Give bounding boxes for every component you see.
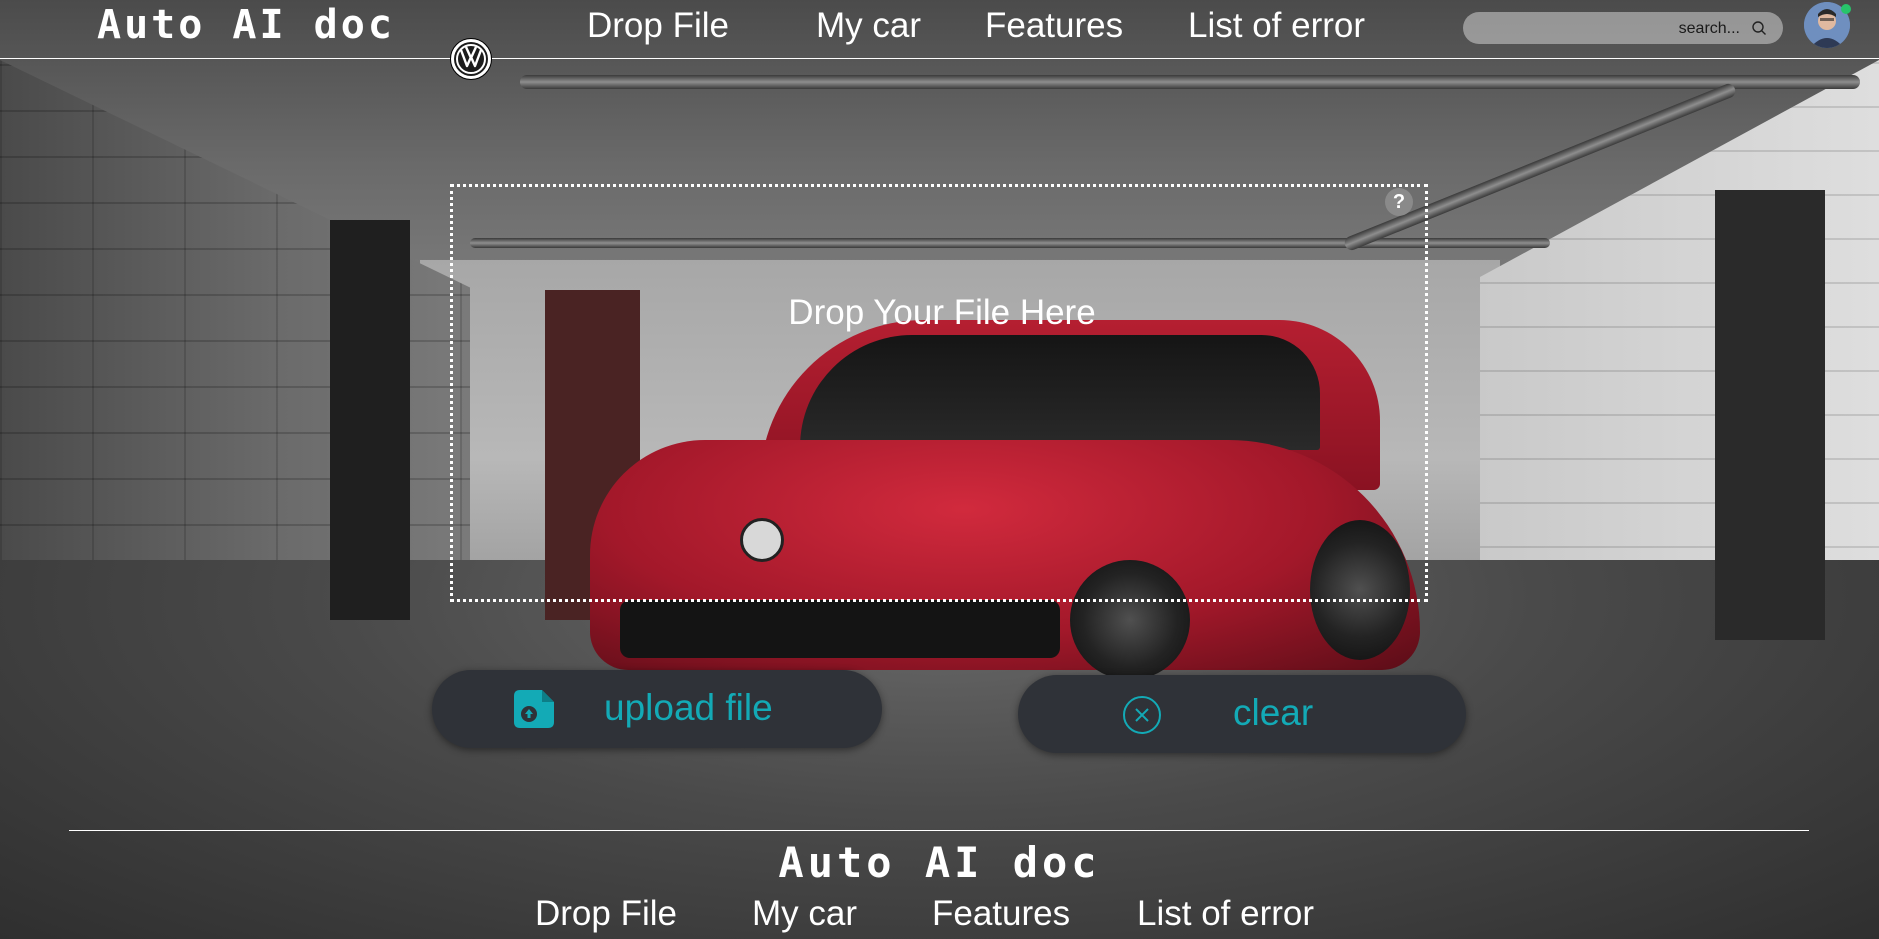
upload-file-icon bbox=[514, 690, 554, 732]
footer-nav-list-of-error[interactable]: List of error bbox=[1137, 894, 1314, 934]
vw-logo-icon bbox=[450, 38, 492, 80]
clear-x-icon bbox=[1122, 695, 1162, 739]
online-status-dot bbox=[1841, 4, 1851, 14]
footer-divider bbox=[69, 830, 1809, 831]
door bbox=[1715, 190, 1825, 640]
nav-drop-file[interactable]: Drop File bbox=[587, 6, 729, 46]
footer-logo[interactable]: Auto AI doc bbox=[0, 838, 1879, 887]
upload-file-label: upload file bbox=[604, 687, 773, 728]
page: Auto AI doc Drop File My car Features Li… bbox=[0, 0, 1879, 939]
site-logo[interactable]: Auto AI doc bbox=[97, 2, 395, 48]
drop-zone-title: Drop Your File Here bbox=[788, 293, 1096, 332]
footer-nav-drop-file[interactable]: Drop File bbox=[535, 894, 677, 934]
footer-nav-features[interactable]: Features bbox=[932, 894, 1070, 934]
help-icon[interactable]: ? bbox=[1385, 188, 1413, 216]
upload-file-button[interactable]: upload file bbox=[432, 670, 882, 748]
search-bar[interactable] bbox=[1463, 12, 1783, 46]
search-icon[interactable] bbox=[1751, 20, 1767, 40]
footer-nav-my-car[interactable]: My car bbox=[752, 894, 857, 934]
ceiling-pipe bbox=[520, 75, 1860, 89]
top-bar: Auto AI doc Drop File My car Features Li… bbox=[0, 0, 1879, 59]
nav-features[interactable]: Features bbox=[985, 6, 1123, 46]
search-input[interactable] bbox=[1473, 12, 1742, 46]
clear-button[interactable]: clear bbox=[1018, 675, 1466, 753]
car-grille bbox=[620, 600, 1060, 658]
door bbox=[330, 220, 410, 620]
clear-label: clear bbox=[1233, 692, 1314, 733]
file-drop-zone[interactable]: Drop Your File Here bbox=[450, 184, 1428, 602]
nav-list-of-error[interactable]: List of error bbox=[1188, 6, 1365, 46]
nav-my-car[interactable]: My car bbox=[816, 6, 921, 46]
